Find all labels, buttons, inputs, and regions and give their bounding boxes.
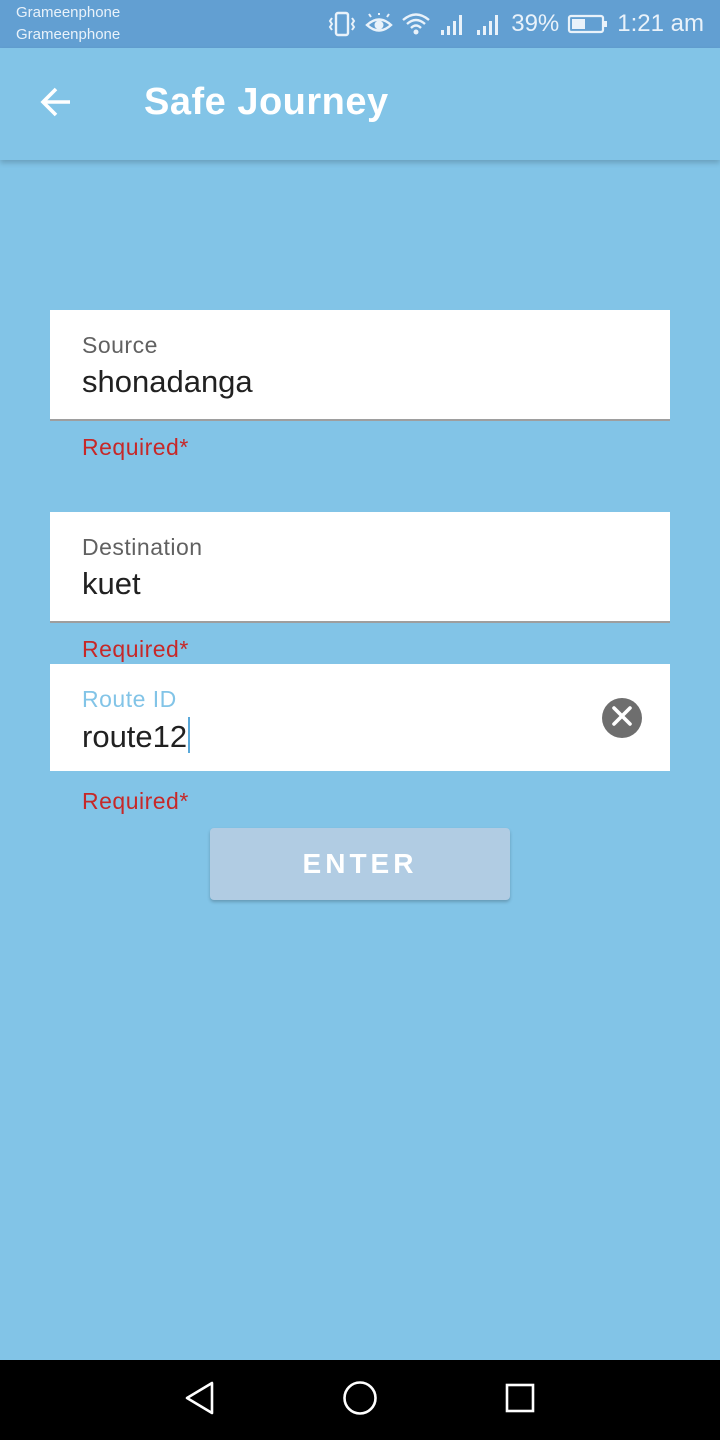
route-id-field[interactable]: Route ID route12 <box>50 664 670 771</box>
route-id-label: Route ID <box>82 686 177 712</box>
back-triangle-icon <box>183 1380 217 1421</box>
enter-button[interactable]: ENTER <box>210 828 510 900</box>
battery-icon <box>567 13 609 35</box>
battery-percent: 39% <box>511 10 560 37</box>
vibrate-icon <box>327 11 357 37</box>
signal-icon <box>439 12 467 36</box>
source-error: Required* <box>82 434 189 460</box>
close-icon <box>611 705 633 732</box>
source-label: Source <box>82 332 158 358</box>
carrier-name-secondary: Grameenphone <box>16 26 121 43</box>
destination-error: Required* <box>82 636 189 662</box>
back-button[interactable] <box>28 76 84 132</box>
status-bar: Grameenphone Grameenphone 39% 1:21 am <box>0 0 720 48</box>
carrier-name: Grameenphone <box>16 4 121 21</box>
route-id-value: route12 <box>82 719 188 754</box>
route-id-error: Required* <box>82 788 189 814</box>
wifi-icon <box>401 12 431 36</box>
clock: 1:21 am <box>617 10 704 37</box>
source-input[interactable]: shonadanga <box>82 364 253 400</box>
recents-square-icon <box>504 1382 536 1419</box>
app-bar: Safe Journey <box>0 48 720 160</box>
nav-home-button[interactable] <box>336 1376 384 1424</box>
source-field[interactable]: Source shonadanga <box>50 310 670 421</box>
signal-icon-secondary <box>475 12 503 36</box>
navigation-bar <box>0 1360 720 1440</box>
destination-input[interactable]: kuet <box>82 566 141 602</box>
home-circle-icon <box>342 1380 378 1421</box>
destination-label: Destination <box>82 534 203 560</box>
nav-back-button[interactable] <box>176 1376 224 1424</box>
page-title: Safe Journey <box>144 81 389 123</box>
eye-icon <box>365 13 394 35</box>
route-id-input[interactable]: route12 <box>82 717 191 755</box>
status-icons: 39% 1:21 am <box>327 0 704 48</box>
arrow-left-icon <box>38 84 74 125</box>
nav-recents-button[interactable] <box>496 1376 544 1424</box>
destination-field[interactable]: Destination kuet <box>50 512 670 623</box>
clear-button[interactable] <box>602 698 642 738</box>
text-cursor <box>188 717 191 753</box>
